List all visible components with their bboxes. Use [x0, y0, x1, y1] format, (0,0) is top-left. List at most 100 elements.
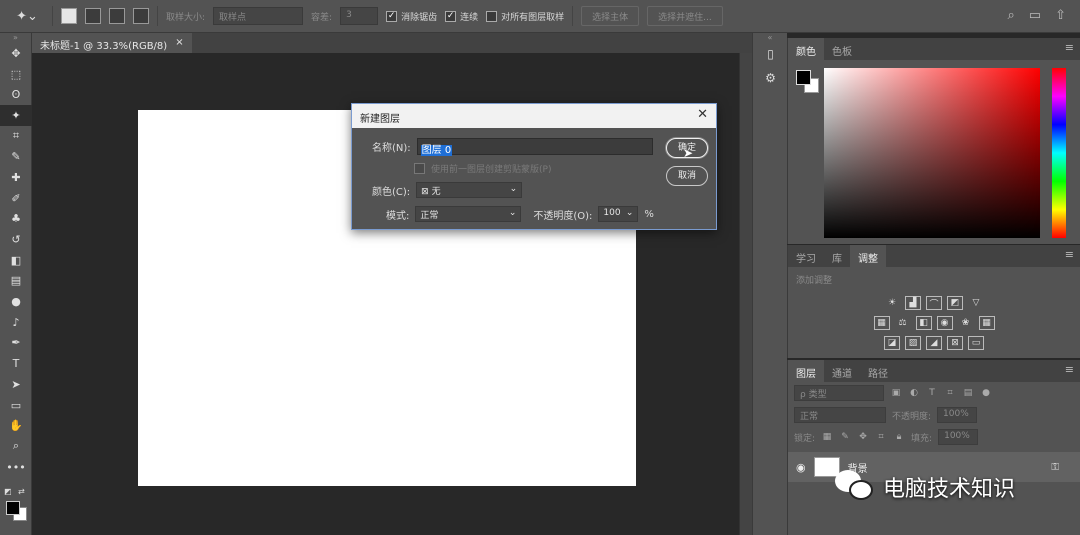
- channel-mixer-icon[interactable]: ❀: [958, 316, 974, 330]
- eraser-tool-icon[interactable]: ◧: [0, 250, 32, 271]
- brush-tool-icon[interactable]: ✐: [0, 188, 32, 209]
- gradient-tool-icon[interactable]: ▤: [0, 271, 32, 292]
- workspace-icon[interactable]: ▭: [1029, 8, 1041, 23]
- hand-tool-icon[interactable]: ✋: [0, 415, 32, 436]
- color-lookup-icon[interactable]: ▦: [978, 316, 995, 330]
- tab-libraries[interactable]: 库: [824, 245, 850, 267]
- rectangle-tool-icon[interactable]: ▭: [0, 395, 32, 416]
- clipping-mask-checkbox[interactable]: [414, 163, 425, 174]
- marquee-tool-icon[interactable]: ⬚: [0, 64, 32, 85]
- type-filter-icon[interactable]: T: [926, 387, 938, 399]
- hue-slider[interactable]: [1052, 68, 1066, 238]
- opacity-input[interactable]: 100 ⌄: [598, 206, 639, 222]
- tab-learn[interactable]: 学习: [788, 245, 824, 267]
- exposure-icon[interactable]: ◩: [947, 296, 963, 310]
- more-tools-icon[interactable]: •••: [0, 457, 32, 478]
- select-and-mask-button[interactable]: 选择并遮住...: [647, 6, 723, 26]
- mode-select[interactable]: 正常 ⌄: [415, 206, 522, 222]
- opacity-input[interactable]: 100%: [937, 407, 978, 423]
- vibrance-icon[interactable]: ▽: [968, 296, 984, 310]
- path-selection-tool-icon[interactable]: ➤: [0, 374, 32, 395]
- pen-tool-icon[interactable]: ✒: [0, 333, 32, 354]
- lock-position-icon[interactable]: ✥: [857, 431, 869, 443]
- hue-saturation-icon[interactable]: ▦: [873, 316, 890, 330]
- smart-object-filter-icon[interactable]: ▤: [962, 387, 974, 399]
- tolerance-input[interactable]: 3: [340, 7, 379, 25]
- panel-menu-icon[interactable]: ≡: [1065, 41, 1074, 54]
- dodge-tool-icon[interactable]: ♪: [0, 312, 32, 333]
- eyedropper-tool-icon[interactable]: ✎: [0, 146, 32, 167]
- layer-name-input[interactable]: 图层 0: [416, 138, 653, 156]
- sample-size-select[interactable]: 取样点: [213, 7, 304, 25]
- selective-color-icon[interactable]: ⊠: [947, 336, 963, 350]
- foreground-color-swatch[interactable]: [796, 70, 811, 85]
- lock-artboard-icon[interactable]: ⌗: [875, 431, 887, 443]
- blur-tool-icon[interactable]: ●: [0, 291, 32, 312]
- gradient-map-icon[interactable]: ▭: [968, 336, 984, 350]
- panel-grip-icon[interactable]: »: [0, 33, 31, 43]
- contiguous-checkbox[interactable]: ✓ 连续: [445, 10, 478, 23]
- color-field[interactable]: [824, 68, 1040, 238]
- fill-input[interactable]: 100%: [938, 429, 979, 445]
- filter-toggle-icon[interactable]: ●: [980, 387, 992, 399]
- panel-grip-icon[interactable]: «: [753, 33, 787, 42]
- clone-stamp-tool-icon[interactable]: ♣: [0, 209, 32, 230]
- subtract-from-selection-icon[interactable]: [109, 8, 125, 24]
- photo-filter-icon[interactable]: ◉: [936, 316, 953, 330]
- document-tab[interactable]: 未标题-1 @ 33.3%(RGB/8) ×: [32, 33, 192, 53]
- crop-tool-icon[interactable]: ⌗: [0, 126, 32, 147]
- visibility-eye-icon[interactable]: ◉: [796, 461, 806, 474]
- select-subject-button[interactable]: 选择主体: [581, 6, 640, 26]
- magic-wand-tool-icon[interactable]: ✦: [0, 105, 32, 126]
- panel-menu-icon[interactable]: ≡: [1065, 363, 1074, 376]
- anti-alias-checkbox[interactable]: ✓ 消除锯齿: [386, 10, 437, 23]
- sample-all-layers-checkbox[interactable]: 对所有图层取样: [486, 10, 564, 23]
- intersect-selection-icon[interactable]: [133, 8, 149, 24]
- posterize-icon[interactable]: ▨: [905, 336, 921, 350]
- tab-channels[interactable]: 通道: [824, 360, 860, 382]
- tab-swatches[interactable]: 色板: [824, 38, 860, 60]
- black-white-icon[interactable]: ◧: [915, 316, 932, 330]
- add-to-selection-icon[interactable]: [85, 8, 101, 24]
- default-colors-icon[interactable]: ◩: [4, 487, 12, 496]
- lock-all-icon[interactable]: 🔒︎: [893, 431, 905, 443]
- pixel-filter-icon[interactable]: ▣: [890, 387, 902, 399]
- close-icon[interactable]: ✕: [697, 107, 708, 122]
- history-brush-tool-icon[interactable]: ↺: [0, 229, 32, 250]
- color-balance-icon[interactable]: ⚖: [895, 316, 911, 330]
- zoom-tool-icon[interactable]: ⌕: [0, 436, 32, 457]
- levels-icon[interactable]: ▟: [905, 296, 921, 310]
- move-tool-icon[interactable]: ✥: [0, 43, 32, 64]
- lock-image-icon[interactable]: ✎: [839, 431, 851, 443]
- brightness-icon[interactable]: ☀: [884, 296, 900, 310]
- tab-paths[interactable]: 路径: [860, 360, 896, 382]
- adjustment-filter-icon[interactable]: ◐: [908, 387, 920, 399]
- new-selection-icon[interactable]: [61, 8, 77, 24]
- blend-mode-select[interactable]: 正常: [794, 407, 886, 423]
- foreground-color-swatch[interactable]: [6, 501, 20, 515]
- threshold-icon[interactable]: ◢: [926, 336, 942, 350]
- share-icon[interactable]: ⇧: [1055, 8, 1066, 23]
- lock-transparent-icon[interactable]: ▦: [821, 431, 833, 443]
- cancel-button[interactable]: 取消: [666, 166, 708, 186]
- lasso-tool-icon[interactable]: ʘ: [0, 84, 32, 105]
- tab-adjustments[interactable]: 调整: [850, 245, 886, 267]
- swap-colors-icon[interactable]: ⇄: [18, 487, 25, 496]
- search-icon[interactable]: ⌕: [1008, 8, 1015, 23]
- healing-brush-tool-icon[interactable]: ✚: [0, 167, 32, 188]
- type-tool-icon[interactable]: T: [0, 353, 32, 374]
- history-icon[interactable]: ▯: [753, 42, 788, 66]
- properties-icon[interactable]: ⚙: [753, 66, 788, 90]
- invert-icon[interactable]: ◪: [884, 336, 900, 350]
- shape-filter-icon[interactable]: ⌗: [944, 387, 956, 399]
- curves-icon[interactable]: ⌒: [926, 296, 942, 310]
- vertical-scrollbar[interactable]: [739, 53, 752, 535]
- tab-layers[interactable]: 图层: [788, 360, 824, 382]
- color-select[interactable]: ⊠ 无 ⌄: [416, 182, 523, 198]
- contiguous-label: 连续: [460, 12, 479, 23]
- magic-wand-preset-icon[interactable]: ✦⌄: [10, 5, 44, 27]
- kind-filter-select[interactable]: ρ 类型: [794, 385, 884, 401]
- panel-menu-icon[interactable]: ≡: [1065, 248, 1074, 261]
- close-icon[interactable]: ×: [175, 37, 183, 49]
- tab-color[interactable]: 颜色: [788, 38, 824, 60]
